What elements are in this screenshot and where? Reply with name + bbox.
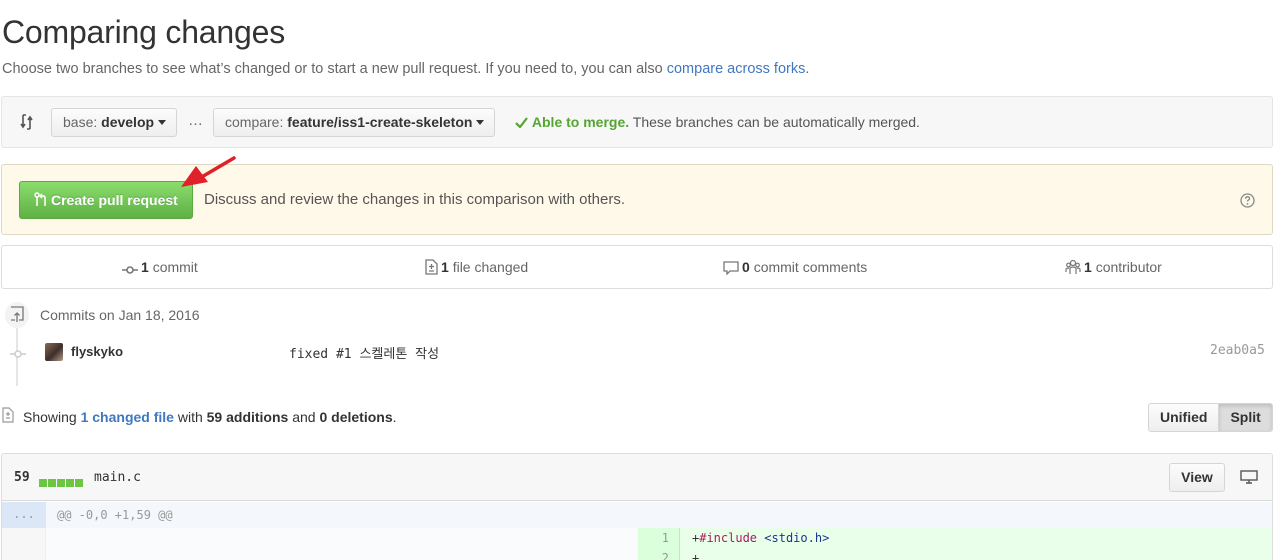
merge-ok-label: Able to merge.: [531, 114, 630, 130]
merge-status-text: These branches can be automatically merg…: [632, 114, 920, 130]
chevron-down-icon: [476, 119, 485, 125]
repo-push-icon: [10, 306, 24, 329]
commit-day-label: Commits on Jan 18, 2016: [40, 307, 200, 323]
commit-node-icon: [10, 346, 26, 364]
diff-view-toggle: Unified Split: [1148, 403, 1273, 432]
diffstat-added-block: [66, 479, 74, 487]
question-icon[interactable]: [1240, 193, 1255, 213]
comments-label: commit comments: [753, 259, 868, 275]
contributors-summary[interactable]: 1 contributor: [1065, 259, 1162, 275]
toc-deletions: 0 deletions: [319, 409, 393, 425]
check-icon: [515, 114, 528, 130]
device-desktop-icon[interactable]: [1240, 470, 1258, 489]
range-editor: base: develop … compare: feature/iss1-cr…: [1, 96, 1273, 148]
commit-author-link[interactable]: flyskyko: [71, 344, 123, 359]
unified-view-button[interactable]: Unified: [1149, 404, 1219, 431]
avatar[interactable]: [45, 343, 63, 361]
comment-icon: [723, 259, 742, 276]
added-code-line: +: [680, 548, 1272, 560]
banner-text: Discuss and review the changes in this c…: [204, 191, 626, 208]
files-count: 1: [441, 259, 449, 275]
file-diff: 59 main.c View ... @@ -0,0 +1,59 @@ 1 +#…: [1, 453, 1273, 560]
diffstat-added-block: [48, 479, 56, 487]
red-arrow-annotation-icon: [172, 152, 238, 197]
file-header: 59 main.c View: [2, 454, 1272, 501]
commits-summary[interactable]: 1 commit: [122, 259, 198, 275]
numbers-summary: 1 commit 1 file changed 0 commit comment…: [1, 245, 1273, 289]
create-pull-request-button[interactable]: Create pull request: [19, 181, 193, 219]
page-title: Comparing changes: [2, 14, 285, 50]
code-keyword: #include: [699, 531, 758, 545]
empty-line-number: [2, 548, 46, 560]
compare-across-forks-link[interactable]: compare across forks: [667, 61, 806, 77]
diffstat-count: 59: [14, 470, 30, 485]
commit-sha-link[interactable]: 2eab0a5: [1210, 343, 1265, 358]
empty-left-side: [2, 528, 638, 548]
toc-additions: 59 additions: [206, 409, 289, 425]
commits-count: 1: [141, 259, 149, 275]
toc-and: and: [292, 409, 316, 425]
file-name[interactable]: main.c: [94, 470, 141, 485]
diffstat-added-block: [39, 479, 47, 487]
base-branch-select[interactable]: base: develop: [51, 108, 178, 137]
compare-branch-name: feature/iss1-create-skeleton: [287, 114, 473, 130]
empty-left-side: [2, 548, 638, 560]
commits-label: commit: [152, 259, 198, 275]
merge-status: Able to merge. These branches can be aut…: [515, 114, 920, 130]
subtitle-suffix: .: [805, 61, 810, 77]
diffstat-added-block: [57, 479, 65, 487]
diff-line: 2 +: [2, 548, 1272, 560]
comments-summary[interactable]: 0 commit comments: [723, 259, 868, 276]
files-label: file changed: [452, 259, 529, 275]
split-view-button[interactable]: Split: [1218, 404, 1272, 431]
diffstat-blocks: [39, 474, 84, 492]
hunk-header: ... @@ -0,0 +1,59 @@: [2, 502, 1272, 528]
range-dots: …: [188, 112, 203, 129]
expand-hunk-button[interactable]: ...: [2, 502, 46, 528]
code-string: <stdio.h>: [764, 531, 830, 545]
chevron-down-icon: [158, 119, 167, 125]
page-subtitle: Choose two branches to see what’s change…: [2, 61, 809, 77]
diff-line: 1 +#include <stdio.h>: [2, 528, 1272, 548]
files-summary[interactable]: 1 file changed: [425, 259, 528, 275]
line-number[interactable]: 2: [638, 548, 680, 560]
commit-day-icon-container: [5, 302, 29, 328]
base-label: base:: [63, 114, 98, 130]
comments-count: 0: [742, 259, 750, 275]
contributors-label: contributor: [1095, 259, 1162, 275]
plus-marker: +: [692, 551, 700, 560]
commit-icon: [122, 259, 141, 275]
empty-line-number: [2, 528, 46, 548]
pull-request-icon: [34, 192, 51, 208]
base-branch-name: develop: [101, 114, 155, 130]
create-pull-request-label: Create pull request: [51, 192, 178, 208]
diff-toc-summary: Showing 1 changed file with 59 additions…: [23, 409, 397, 425]
toc-showing: Showing: [23, 409, 77, 425]
compare-arrows-icon: [19, 113, 35, 136]
toc-end: .: [392, 409, 397, 425]
organization-icon: [1065, 259, 1084, 275]
subtitle-prefix: Choose two branches to see what’s change…: [2, 61, 667, 77]
file-diff-icon: [425, 259, 441, 275]
diffstat-added-block: [75, 479, 83, 487]
contributors-count: 1: [1084, 259, 1092, 275]
added-code-line: +#include <stdio.h>: [680, 528, 1272, 548]
commit-message-link[interactable]: fixed #1 스켈레톤 작성: [289, 343, 439, 362]
changed-files-link[interactable]: 1 changed file: [81, 409, 174, 425]
toc-with: with: [177, 409, 203, 425]
compare-branch-select[interactable]: compare: feature/iss1-create-skeleton: [213, 108, 496, 137]
line-number[interactable]: 1: [638, 528, 680, 548]
compare-label: compare:: [225, 114, 284, 130]
view-file-button[interactable]: View: [1169, 463, 1225, 492]
file-diff-icon: [2, 407, 14, 428]
hunk-header-text: @@ -0,0 +1,59 @@: [57, 508, 173, 522]
